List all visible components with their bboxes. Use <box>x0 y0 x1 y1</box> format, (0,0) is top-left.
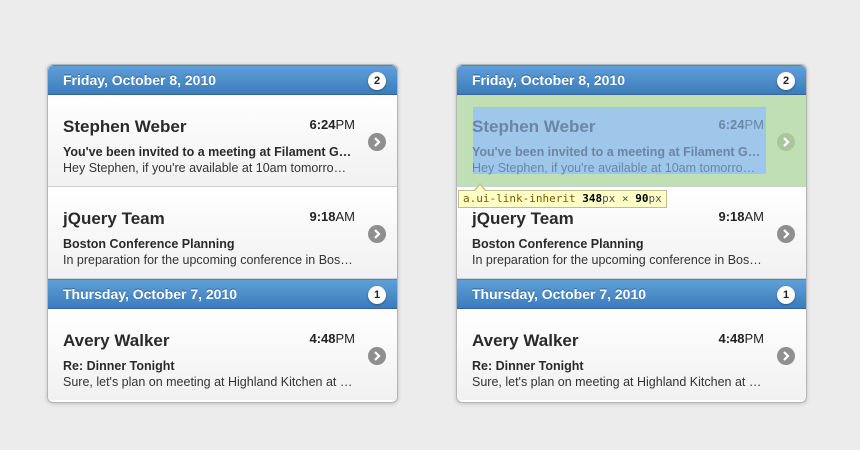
divider-date: Friday, October 8, 2010 <box>472 72 626 88</box>
inspector-tooltip: a.ui-link-inherit 348px × 90px <box>458 190 667 208</box>
message-time: 4:48PM <box>718 331 764 346</box>
list-divider-thursday: Thursday, October 7, 2010 1 <box>48 279 397 309</box>
message-time: 6:24PM <box>309 117 355 132</box>
count-bubble: 2 <box>368 72 386 90</box>
message-time: 9:18AM <box>309 209 355 224</box>
list-item-highlighted[interactable]: Stephen Weber 6:24PM You've been invited… <box>457 95 806 187</box>
sender-name: Stephen Weber <box>63 117 187 136</box>
list-divider-friday: Friday, October 8, 2010 2 <box>48 65 397 95</box>
list-item-link[interactable]: jQuery Team 9:18AM Boston Conference Pla… <box>48 187 397 278</box>
list-item-link[interactable]: Stephen Weber 6:24PM You've been invited… <box>48 95 397 186</box>
message-subject: Boston Conference Planning <box>472 237 644 251</box>
chevron-right-icon <box>368 347 386 365</box>
divider-date: Thursday, October 7, 2010 <box>472 286 647 302</box>
list-item[interactable]: Avery Walker 4:48PM Re: Dinner Tonight S… <box>457 309 806 400</box>
chevron-right-icon <box>368 133 386 151</box>
list-divider-thursday: Thursday, October 7, 2010 1 <box>457 279 806 309</box>
list-item[interactable]: Stephen Weber 6:24PM You've been invited… <box>48 95 397 187</box>
message-preview: Hey Stephen, if you're available at 10am… <box>472 161 762 175</box>
message-subject: You've been invited to a meeting at Fila… <box>472 145 762 159</box>
list-item-link[interactable]: Avery Walker 4:48PM Re: Dinner Tonight S… <box>457 309 806 400</box>
list-item[interactable]: Avery Walker 4:48PM Re: Dinner Tonight S… <box>48 309 397 400</box>
sender-name: jQuery Team <box>63 209 165 228</box>
tooltip-unit: px <box>602 192 616 205</box>
message-preview: In preparation for the upcoming conferen… <box>63 253 353 267</box>
sender-name: Stephen Weber <box>472 117 596 136</box>
count-bubble: 2 <box>777 72 795 90</box>
chevron-right-icon <box>368 225 386 243</box>
message-preview: In preparation for the upcoming conferen… <box>472 253 762 267</box>
list-item[interactable]: jQuery Team 9:18AM Boston Conference Pla… <box>48 187 397 279</box>
listview-left: Friday, October 8, 2010 2 Stephen Weber … <box>47 64 398 403</box>
message-time: 4:48PM <box>309 331 355 346</box>
listview-right: Friday, October 8, 2010 2 Stephen Weber … <box>456 64 807 403</box>
tooltip-height: 90 <box>635 192 649 205</box>
chevron-right-icon <box>777 347 795 365</box>
message-preview: Hey Stephen, if you're available at 10am… <box>63 161 353 175</box>
divider-date: Friday, October 8, 2010 <box>63 72 217 88</box>
tooltip-arrow-fill <box>475 185 485 191</box>
count-bubble: 1 <box>368 286 386 304</box>
message-subject: Re: Dinner Tonight <box>63 359 175 373</box>
chevron-right-icon <box>777 133 795 151</box>
message-time: 9:18AM <box>718 209 764 224</box>
message-subject: You've been invited to a meeting at Fila… <box>63 145 353 159</box>
list-item-link[interactable]: Avery Walker 4:48PM Re: Dinner Tonight S… <box>48 309 397 400</box>
sender-name: Avery Walker <box>472 331 579 350</box>
chevron-right-icon <box>777 225 795 243</box>
message-subject: Re: Dinner Tonight <box>472 359 584 373</box>
tooltip-unit: px <box>648 192 662 205</box>
tooltip-times: × <box>621 192 629 205</box>
tooltip-selector: a.ui-link-inherit <box>463 192 576 205</box>
divider-date: Thursday, October 7, 2010 <box>63 286 238 302</box>
sender-name: Avery Walker <box>63 331 170 350</box>
count-bubble: 1 <box>777 286 795 304</box>
message-preview: Sure, let's plan on meeting at Highland … <box>63 375 353 389</box>
list-divider-friday: Friday, October 8, 2010 2 <box>457 65 806 95</box>
sender-name: jQuery Team <box>472 209 574 228</box>
message-preview: Sure, let's plan on meeting at Highland … <box>472 375 762 389</box>
list-item-link[interactable]: Stephen Weber 6:24PM You've been invited… <box>457 95 806 186</box>
tooltip-width: 348 <box>582 192 603 205</box>
message-subject: Boston Conference Planning <box>63 237 235 251</box>
message-time: 6:24PM <box>718 117 764 132</box>
